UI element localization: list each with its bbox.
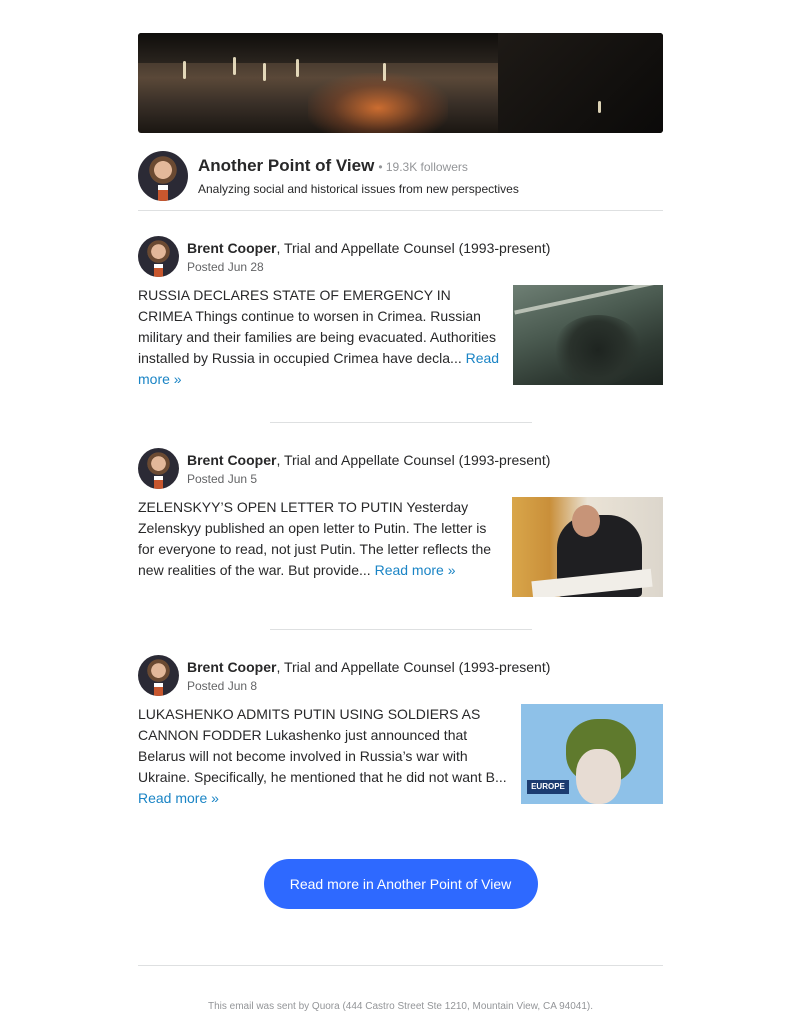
post-date: Posted Jun 8 [187, 678, 258, 693]
space-name-link[interactable]: Another Point of View [198, 156, 374, 176]
space-avatar[interactable] [138, 151, 188, 201]
space-info: Another Point of View • 19.3K followers … [198, 156, 519, 196]
author-avatar[interactable] [138, 236, 179, 277]
banner-light [296, 59, 299, 77]
post-separator [269, 629, 532, 630]
post-body: LUKASHENKO ADMITS PUTIN USING SOLDIERS A… [138, 704, 663, 809]
post-excerpt-text: LUKASHENKO ADMITS PUTIN USING SOLDIERS A… [138, 706, 507, 785]
banner-light [263, 63, 266, 81]
banner-light [383, 63, 386, 81]
author-name-link[interactable]: Brent Cooper [187, 659, 276, 675]
footer-text: This email was sent by Quora (444 Castro… [207, 1001, 594, 1012]
author-name-link[interactable]: Brent Cooper [187, 240, 276, 256]
space-title-row: Another Point of View • 19.3K followers [198, 156, 519, 176]
post-excerpt-text: RUSSIA DECLARES STATE OF EMERGENCY IN CR… [138, 287, 496, 366]
read-more-link[interactable]: Read more » [375, 562, 456, 578]
post-body: RUSSIA DECLARES STATE OF EMERGENCY IN CR… [138, 285, 663, 390]
banner-trees [498, 33, 663, 133]
space-description: Analyzing social and historical issues f… [198, 182, 519, 196]
banner-light [598, 101, 601, 113]
author-info: Brent Cooper, Trial and Appellate Counse… [187, 452, 550, 486]
post-date: Posted Jun 28 [187, 259, 264, 274]
thumbnail-cartoon-figure [576, 749, 621, 804]
post-thumbnail[interactable] [513, 285, 663, 385]
post-item: Brent Cooper, Trial and Appellate Counse… [138, 655, 663, 809]
author-line: Brent Cooper, Trial and Appellate Counse… [187, 452, 550, 468]
post-item: Brent Cooper, Trial and Appellate Counse… [138, 448, 663, 597]
space-followers-count: • 19.3K followers [378, 160, 468, 174]
post-author-row: Brent Cooper, Trial and Appellate Counse… [138, 448, 663, 489]
read-more-link[interactable]: Read more » [138, 790, 219, 806]
thumbnail-road [514, 285, 662, 315]
author-avatar[interactable] [138, 655, 179, 696]
space-banner-image[interactable] [138, 33, 663, 133]
post-excerpt[interactable]: LUKASHENKO ADMITS PUTIN USING SOLDIERS A… [138, 704, 521, 809]
post-thumbnail[interactable]: EUROPE [521, 704, 663, 804]
post-thumbnail[interactable] [512, 497, 663, 597]
post-excerpt[interactable]: ZELENSKYY’S OPEN LETTER TO PUTIN Yesterd… [138, 497, 512, 597]
author-line: Brent Cooper, Trial and Appellate Counse… [187, 659, 550, 675]
author-info: Brent Cooper, Trial and Appellate Counse… [187, 659, 550, 693]
banner-glow [308, 73, 448, 133]
post-separator [269, 422, 532, 423]
read-more-in-space-button[interactable]: Read more in Another Point of View [263, 859, 538, 909]
author-name-link[interactable]: Brent Cooper [187, 452, 276, 468]
author-credential: , Trial and Appellate Counsel (1993-pres… [276, 451, 551, 468]
post-item: Brent Cooper, Trial and Appellate Counse… [138, 236, 663, 390]
divider [138, 210, 663, 211]
thumbnail-smoke [553, 315, 643, 385]
author-credential: , Trial and Appellate Counsel (1993-pres… [276, 239, 551, 256]
post-body: ZELENSKYY’S OPEN LETTER TO PUTIN Yesterd… [138, 497, 663, 597]
thumbnail-sign: EUROPE [527, 780, 569, 794]
space-header: Another Point of View • 19.3K followers … [138, 151, 663, 201]
post-excerpt[interactable]: RUSSIA DECLARES STATE OF EMERGENCY IN CR… [138, 285, 513, 390]
author-credential: , Trial and Appellate Counsel (1993-pres… [276, 658, 551, 675]
banner-light [183, 61, 186, 79]
email-content: Another Point of View • 19.3K followers … [138, 33, 663, 1012]
post-date: Posted Jun 5 [187, 471, 258, 486]
post-author-row: Brent Cooper, Trial and Appellate Counse… [138, 655, 663, 696]
author-avatar[interactable] [138, 448, 179, 489]
cta-container: Read more in Another Point of View [138, 859, 663, 909]
author-line: Brent Cooper, Trial and Appellate Counse… [187, 240, 550, 256]
thumbnail-head [572, 505, 600, 537]
footer-divider [138, 965, 663, 966]
post-author-row: Brent Cooper, Trial and Appellate Counse… [138, 236, 663, 277]
banner-light [233, 57, 236, 75]
author-info: Brent Cooper, Trial and Appellate Counse… [187, 240, 550, 274]
